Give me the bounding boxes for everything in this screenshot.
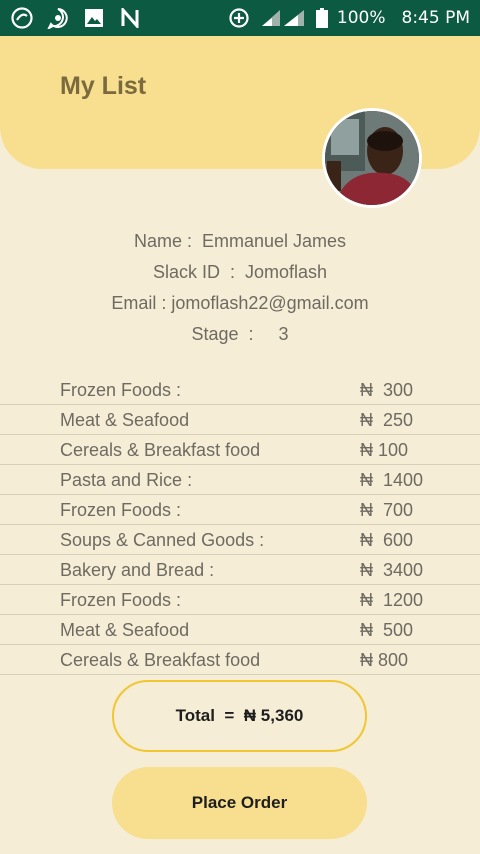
item-price: ₦ 600 bbox=[360, 530, 414, 550]
profile-name: Name : Emmanuel James bbox=[133, 231, 347, 251]
item-name: Frozen Foods : bbox=[60, 380, 182, 400]
gallery-icon bbox=[82, 6, 106, 30]
item-name: Meat & Seafood bbox=[60, 620, 190, 640]
item-price: ₦ 800 bbox=[360, 650, 409, 670]
profile-slack-id: Slack ID : Jomoflash bbox=[152, 262, 328, 282]
clock: 8:45 PM bbox=[401, 8, 471, 28]
profile-stage: Stage : 3 bbox=[191, 324, 289, 344]
item-price: ₦ 3400 bbox=[360, 560, 424, 580]
list-item[interactable]: Frozen Foods : ₦ 700 bbox=[0, 495, 480, 525]
item-name: Pasta and Rice : bbox=[60, 470, 193, 490]
item-price: ₦ 500 bbox=[360, 620, 414, 640]
item-price: ₦ 1400 bbox=[360, 470, 424, 490]
data-saver-icon bbox=[227, 6, 251, 30]
item-price: ₦ 250 bbox=[360, 410, 414, 430]
page-title: My List bbox=[60, 72, 147, 100]
list-item[interactable]: Frozen Foods : ₦ 300 bbox=[0, 375, 480, 405]
n-app-icon bbox=[118, 6, 142, 30]
item-name: Meat & Seafood bbox=[60, 410, 190, 430]
list-item[interactable]: Soups & Canned Goods : ₦ 600 bbox=[0, 525, 480, 555]
battery-icon bbox=[315, 6, 329, 30]
list-item[interactable]: Cereals & Breakfast food ₦ 800 bbox=[0, 645, 480, 675]
item-name: Bakery and Bread : bbox=[60, 560, 215, 580]
status-bar: 100% 8:45 PM bbox=[0, 0, 480, 36]
list-item[interactable]: Bakery and Bread : ₦ 3400 bbox=[0, 555, 480, 585]
place-order-button[interactable]: Place Order bbox=[112, 767, 367, 839]
item-name: Frozen Foods : bbox=[60, 590, 182, 610]
list-item[interactable]: Cereals & Breakfast food ₦ 100 bbox=[0, 435, 480, 465]
signal-icon bbox=[259, 6, 307, 30]
avatar[interactable] bbox=[322, 108, 422, 208]
profile-info: Name : Emmanuel James Slack ID : Jomofla… bbox=[0, 226, 480, 350]
place-order-label: Place Order bbox=[191, 793, 288, 812]
item-name: Soups & Canned Goods : bbox=[60, 530, 265, 550]
avatar-photo bbox=[325, 111, 419, 205]
item-name: Frozen Foods : bbox=[60, 500, 182, 520]
opera-icon bbox=[10, 6, 34, 30]
list-item[interactable]: Meat & Seafood ₦ 250 bbox=[0, 405, 480, 435]
list-item[interactable]: Pasta and Rice : ₦ 1400 bbox=[0, 465, 480, 495]
item-price: ₦ 300 bbox=[360, 380, 414, 400]
list-item[interactable]: Frozen Foods : ₦ 1200 bbox=[0, 585, 480, 615]
item-list: Frozen Foods : ₦ 300 Meat & Seafood ₦ 25… bbox=[0, 375, 480, 675]
item-name: Cereals & Breakfast food bbox=[60, 650, 261, 670]
item-name: Cereals & Breakfast food bbox=[60, 440, 261, 460]
list-item[interactable]: Meat & Seafood ₦ 500 bbox=[0, 615, 480, 645]
whatsapp-icon bbox=[46, 6, 70, 30]
item-price: ₦ 100 bbox=[360, 440, 409, 460]
total-display: Total = ₦ 5,360 bbox=[112, 680, 367, 752]
profile-email: Email : jomoflash22@gmail.com bbox=[111, 293, 369, 313]
battery-percentage: 100% bbox=[336, 8, 386, 28]
item-price: ₦ 1200 bbox=[360, 590, 424, 610]
total-label: Total = ₦ 5,360 bbox=[175, 706, 304, 725]
item-price: ₦ 700 bbox=[360, 500, 414, 520]
